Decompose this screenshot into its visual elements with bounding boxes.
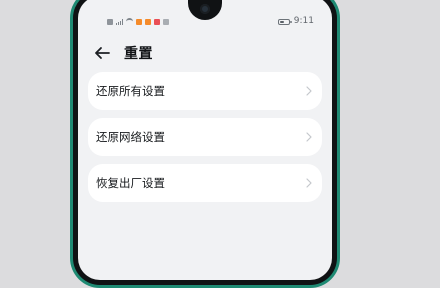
menu-item-label: 还原网络设置 — [96, 130, 165, 144]
wifi-icon — [126, 18, 133, 25]
cellular-signal-icon — [116, 18, 123, 25]
phone-bezel: 9:11 重置 还原所有设置 还原网络设置 恢复出厂设置 — [73, 0, 337, 285]
app-notification-icon — [145, 18, 151, 25]
page-title: 重置 — [124, 46, 153, 62]
menu-item-reset-network-settings[interactable]: 还原网络设置 — [88, 118, 322, 156]
menu-item-label: 恢复出厂设置 — [96, 176, 165, 190]
menu-item-factory-reset[interactable]: 恢复出厂设置 — [88, 164, 322, 202]
front-camera-icon — [200, 4, 210, 14]
status-bar: 9:11 — [78, 16, 332, 32]
chevron-right-icon — [306, 86, 312, 96]
arrow-left-icon[interactable] — [92, 45, 112, 61]
menu-item-label: 还原所有设置 — [96, 84, 165, 98]
settings-list: 还原所有设置 还原网络设置 恢复出厂设置 — [88, 72, 322, 210]
chevron-right-icon — [306, 132, 312, 142]
app-notification-icon — [163, 18, 169, 25]
menu-item-reset-all-settings[interactable]: 还原所有设置 — [88, 72, 322, 110]
message-status-icon — [107, 18, 113, 25]
battery-level-fill — [279, 20, 284, 23]
status-icons — [107, 18, 169, 25]
status-right-group: 9:11 — [277, 16, 314, 26]
phone-frame: 9:11 重置 还原所有设置 还原网络设置 恢复出厂设置 — [70, 0, 340, 288]
battery-icon — [277, 18, 292, 25]
app-notification-icon — [136, 18, 142, 25]
title-bar: 重置 — [78, 41, 332, 65]
app-notification-icon — [154, 18, 160, 25]
status-time: 9:11 — [293, 16, 314, 26]
phone-screen: 9:11 重置 还原所有设置 还原网络设置 恢复出厂设置 — [78, 0, 332, 280]
chevron-right-icon — [306, 178, 312, 188]
